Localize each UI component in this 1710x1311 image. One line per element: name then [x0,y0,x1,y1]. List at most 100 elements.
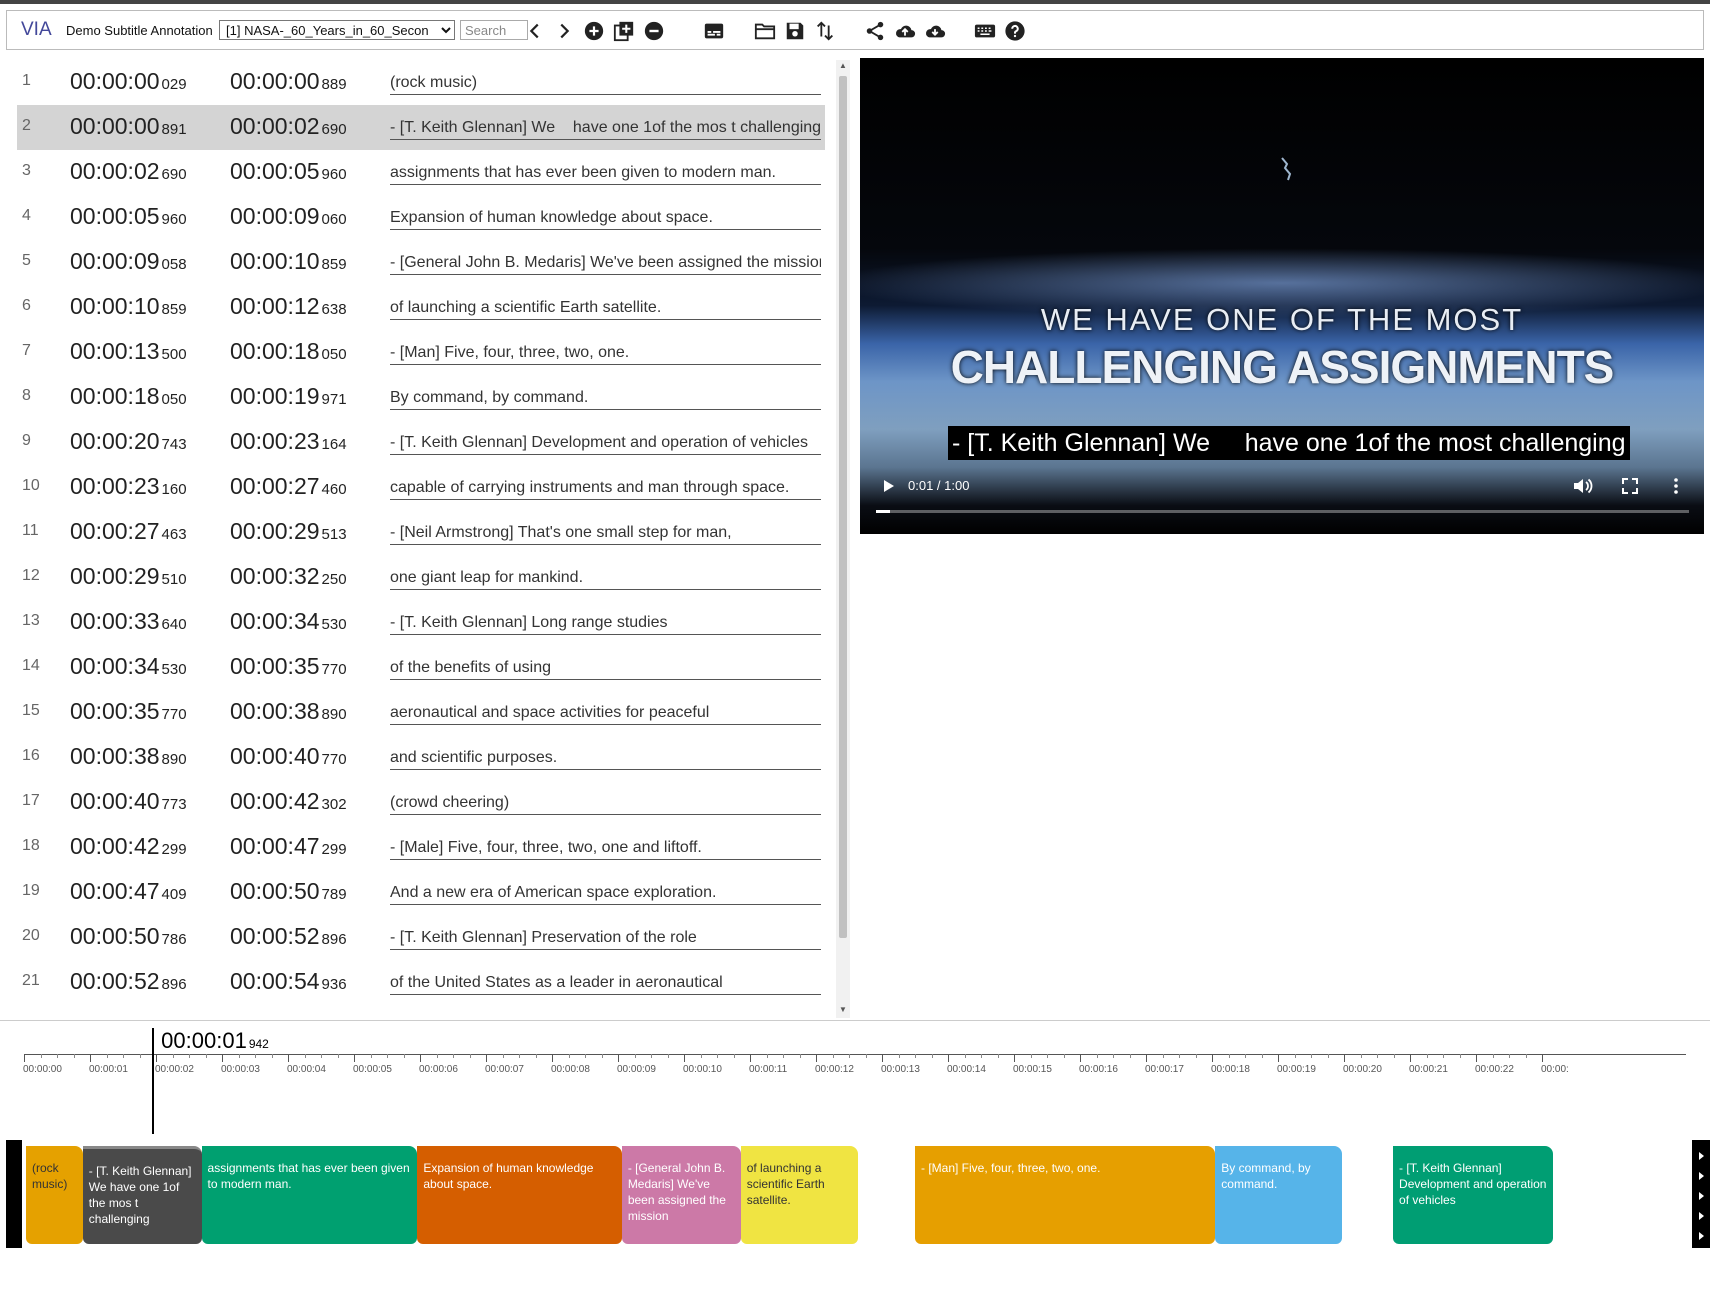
subtitle-row[interactable]: 12 00:00:29 510 00:00:32 250 [17,555,825,600]
help-icon[interactable] [1002,18,1028,44]
end-time[interactable]: 00:00:34 530 [230,608,347,635]
subtitle-text-input[interactable] [390,162,821,185]
timeline-cursor[interactable] [152,1028,155,1134]
project-name[interactable]: Demo Subtitle Annotation [66,11,213,49]
subtitle-text-input[interactable] [390,792,821,815]
add-circle-icon[interactable] [581,18,607,44]
start-time[interactable]: 00:00:09 058 [70,248,187,275]
keyboard-icon[interactable] [972,18,998,44]
start-time[interactable]: 00:00:52 896 [70,968,187,995]
subtitle-text-input[interactable] [390,252,821,275]
subtitle-row[interactable]: 19 00:00:47 409 00:00:50 789 [17,870,825,915]
timeline-segment[interactable]: (rock music) [26,1146,83,1244]
start-time[interactable]: 00:00:27 463 [70,518,187,545]
timeline-segment[interactable]: - [T. Keith Glennan] Development and ope… [1393,1146,1553,1244]
folder-open-icon[interactable] [752,18,778,44]
start-time[interactable]: 00:00:00 891 [70,113,187,140]
subtitle-row[interactable]: 10 00:00:23 160 00:00:27 460 [17,465,825,510]
subtitle-text-input[interactable] [390,297,821,320]
subtitle-row[interactable]: 16 00:00:38 890 00:00:40 770 [17,735,825,780]
import-export-icon[interactable] [812,18,838,44]
end-time[interactable]: 00:00:40 770 [230,743,347,770]
end-time[interactable]: 00:00:27 460 [230,473,347,500]
start-time[interactable]: 00:00:38 890 [70,743,187,770]
end-time[interactable]: 00:00:38 890 [230,698,347,725]
video-progress-bar[interactable] [876,510,1689,513]
subtitle-row[interactable]: 4 00:00:05 960 00:00:09 060 [17,195,825,240]
scrollbar-thumb[interactable] [839,76,847,938]
subtitle-text-input[interactable] [390,432,821,455]
start-time[interactable]: 00:00:23 160 [70,473,187,500]
end-time[interactable]: 00:00:19 971 [230,383,347,410]
start-time[interactable]: 00:00:00 029 [70,68,187,95]
subtitle-row[interactable]: 11 00:00:27 463 00:00:29 513 [17,510,825,555]
start-time[interactable]: 00:00:20 743 [70,428,187,455]
subtitle-row[interactable]: 7 00:00:13 500 00:00:18 050 [17,330,825,375]
start-time[interactable]: 00:00:18 050 [70,383,187,410]
timeline-segment[interactable]: Expansion of human knowledge about space… [417,1146,622,1244]
end-time[interactable]: 00:00:50 789 [230,878,347,905]
scroll-down-arrow[interactable]: ▼ [839,1006,847,1014]
subtitle-text-input[interactable] [390,72,821,95]
end-time[interactable]: 00:00:42 302 [230,788,347,815]
remove-circle-icon[interactable] [641,18,667,44]
timeline-segment[interactable]: - [General John B. Medaris] We've been a… [621,1146,741,1244]
start-time[interactable]: 00:00:47 409 [70,878,187,905]
subtitle-row[interactable]: 3 00:00:02 690 00:00:05 960 [17,150,825,195]
subtitle-text-input[interactable] [390,522,821,545]
subtitle-text-input[interactable] [390,387,821,410]
subtitle-text-input[interactable] [390,702,821,725]
prev-icon[interactable] [522,18,548,44]
add-multiple-icon[interactable] [611,18,637,44]
end-time[interactable]: 00:00:35 770 [230,653,347,680]
subtitle-text-input[interactable] [390,837,821,860]
subtitle-text-input[interactable] [390,657,821,680]
subtitle-text-input[interactable] [390,567,821,590]
subtitle-row[interactable]: 20 00:00:50 786 00:00:52 896 [17,915,825,960]
subtitle-text-input[interactable] [390,972,821,995]
subtitle-row[interactable]: 8 00:00:18 050 00:00:19 971 [17,375,825,420]
subtitle-text-input[interactable] [390,117,821,140]
start-time[interactable]: 00:00:13 500 [70,338,187,365]
file-selector[interactable]: [1] NASA-_60_Years_in_60_Secon [219,20,455,40]
end-time[interactable]: 00:00:09 060 [230,203,347,230]
next-icon[interactable] [551,18,577,44]
timeline-scroll-right[interactable] [1692,1140,1710,1248]
start-time[interactable]: 00:00:35 770 [70,698,187,725]
subtitle-text-input[interactable] [390,342,821,365]
end-time[interactable]: 00:00:05 960 [230,158,347,185]
via-logo[interactable]: VIA [21,11,52,49]
subtitle-row[interactable]: 5 00:00:09 058 00:00:10 859 [17,240,825,285]
end-time[interactable]: 00:00:00 889 [230,68,347,95]
timeline-left-bar[interactable] [6,1140,22,1248]
timeline-segment[interactable]: of launching a scientific Earth satellit… [740,1146,859,1244]
subtitle-row[interactable]: 14 00:00:34 530 00:00:35 770 [17,645,825,690]
cloud-upload-icon[interactable] [892,18,918,44]
start-time[interactable]: 00:00:34 530 [70,653,187,680]
search-input[interactable] [460,20,528,40]
video-player[interactable]: WE HAVE ONE OF THE MOST CHALLENGING ASSI… [860,58,1704,534]
start-time[interactable]: 00:00:29 510 [70,563,187,590]
start-time[interactable]: 00:00:40 773 [70,788,187,815]
start-time[interactable]: 00:00:42 299 [70,833,187,860]
start-time[interactable]: 00:00:02 690 [70,158,187,185]
save-icon[interactable] [782,18,808,44]
end-time[interactable]: 00:00:10 859 [230,248,347,275]
subtitle-row[interactable]: 9 00:00:20 743 00:00:23 164 [17,420,825,465]
subtitle-row[interactable]: 18 00:00:42 299 00:00:47 299 [17,825,825,870]
subtitle-row[interactable]: 17 00:00:40 773 00:00:42 302 [17,780,825,825]
subtitle-text-input[interactable] [390,477,821,500]
subtitle-row[interactable]: 13 00:00:33 640 00:00:34 530 [17,600,825,645]
end-time[interactable]: 00:00:12 638 [230,293,347,320]
scroll-up-arrow[interactable]: ▲ [839,62,847,70]
subtitle-text-input[interactable] [390,927,821,950]
subtitle-row[interactable]: 2 00:00:00 891 00:00:02 690 [17,105,825,150]
end-time[interactable]: 00:00:32 250 [230,563,347,590]
end-time[interactable]: 00:00:23 164 [230,428,347,455]
end-time[interactable]: 00:00:18 050 [230,338,347,365]
end-time[interactable]: 00:00:54 936 [230,968,347,995]
end-time[interactable]: 00:00:29 513 [230,518,347,545]
start-time[interactable]: 00:00:50 786 [70,923,187,950]
timeline-segment[interactable]: - [Man] Five, four, three, two, one. [915,1146,1216,1244]
start-time[interactable]: 00:00:33 640 [70,608,187,635]
